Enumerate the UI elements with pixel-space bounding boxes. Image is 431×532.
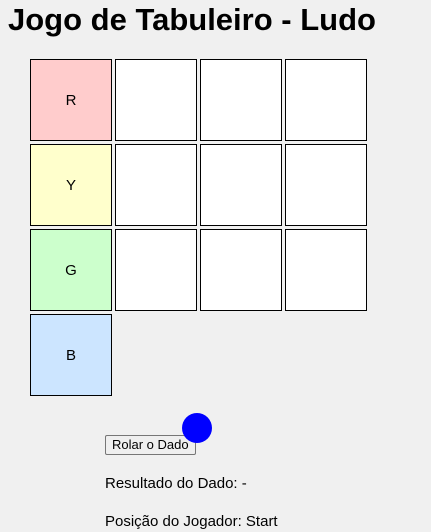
player-position-text: Posição do Jogador: Start [105,513,278,530]
player-token[interactable] [182,413,212,443]
board-cell [115,229,197,311]
board-cell [285,229,367,311]
start-cell-green: G [30,229,112,311]
cell-label-yellow: Y [65,176,76,194]
cell-label-red: R [65,91,77,109]
start-cell-red: R [30,59,112,141]
board-cell [115,144,197,226]
board-cell [200,144,282,226]
board-cell [200,229,282,311]
board-cell [285,144,367,226]
start-cell-yellow: Y [30,144,112,226]
roll-dice-button[interactable]: Rolar o Dado [105,435,196,455]
board-cell [285,59,367,141]
game-board: R Y G B [30,59,370,399]
start-cell-blue: B [30,314,112,396]
dice-result-text: Resultado do Dado: - [105,475,247,492]
page-title: Jogo de Tabuleiro - Ludo [8,2,376,37]
board-cell [115,59,197,141]
board-cell [200,59,282,141]
cell-label-green: G [65,261,77,279]
cell-label-blue: B [65,346,76,364]
